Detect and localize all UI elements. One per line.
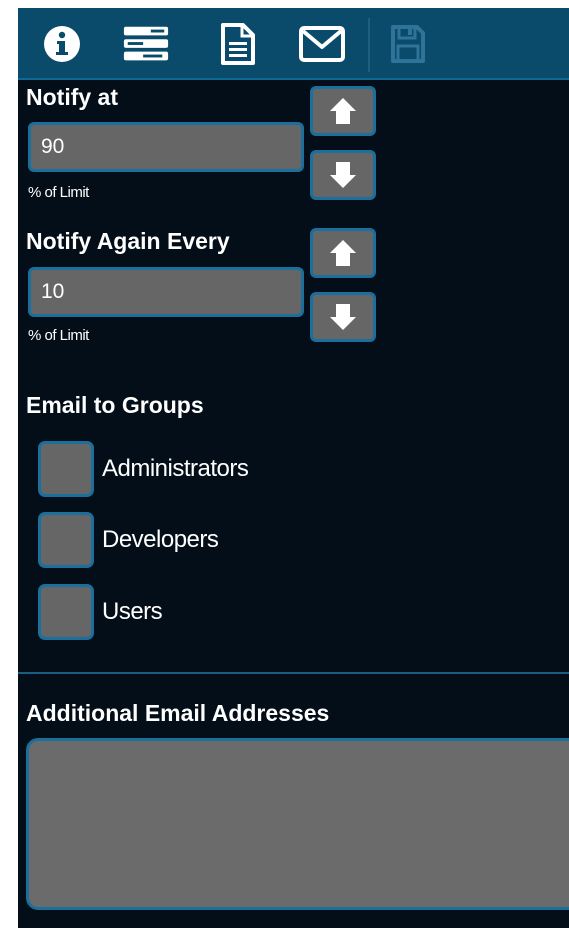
additional-emails-textarea[interactable] xyxy=(26,738,569,910)
notify-at-increment-button[interactable] xyxy=(310,86,376,136)
arrow-up-icon xyxy=(330,240,356,266)
notify-again-increment-button[interactable] xyxy=(310,228,376,278)
users-label: Users xyxy=(102,598,163,625)
developers-label: Developers xyxy=(102,526,219,553)
toolbar-separator xyxy=(368,18,370,72)
notify-again-decrement-button[interactable] xyxy=(310,292,376,342)
notify-at-decrement-button[interactable] xyxy=(310,150,376,200)
envelope-icon[interactable] xyxy=(298,20,346,68)
notify-again-label: Notify Again Every xyxy=(26,228,230,254)
save-icon[interactable] xyxy=(384,20,432,68)
notify-again-input[interactable] xyxy=(28,267,304,317)
developers-checkbox[interactable] xyxy=(38,512,94,568)
administrators-label: Administrators xyxy=(102,455,249,482)
info-icon[interactable] xyxy=(38,20,86,68)
notify-at-unit-label: % of Limit xyxy=(28,184,89,201)
group-option-developers[interactable]: Developers xyxy=(38,512,219,568)
server-list-icon[interactable] xyxy=(122,20,170,68)
notify-at-label: Notify at xyxy=(26,84,118,110)
users-checkbox[interactable] xyxy=(38,584,94,640)
administrators-checkbox[interactable] xyxy=(38,441,94,497)
notify-at-input[interactable] xyxy=(28,122,304,172)
arrow-up-icon xyxy=(330,98,356,124)
arrow-down-icon xyxy=(330,162,356,188)
arrow-down-icon xyxy=(330,304,356,330)
group-option-administrators[interactable]: Administrators xyxy=(38,441,249,497)
email-groups-label: Email to Groups xyxy=(26,392,204,418)
additional-emails-label: Additional Email Addresses xyxy=(26,700,330,726)
section-divider xyxy=(18,672,569,674)
notification-settings-panel: Notify at % of Limit Notify Again Every … xyxy=(18,8,569,928)
toolbar xyxy=(18,8,569,80)
notify-again-unit-label: % of Limit xyxy=(28,327,89,344)
document-icon[interactable] xyxy=(214,20,262,68)
group-option-users[interactable]: Users xyxy=(38,584,163,640)
